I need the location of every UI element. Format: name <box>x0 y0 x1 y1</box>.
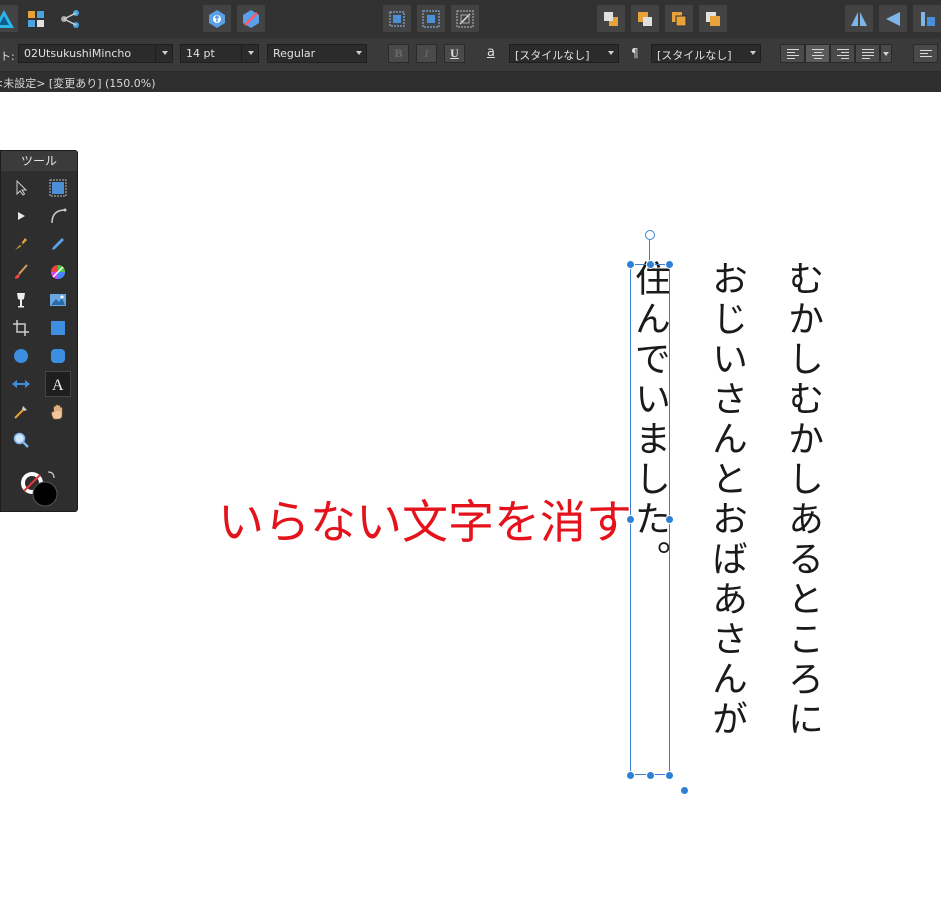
text-overflow-handle[interactable] <box>680 786 689 795</box>
paragraph-panel-button[interactable] <box>913 44 938 63</box>
resize-handle-bottom-right[interactable] <box>665 771 674 780</box>
affinity-logo-icon[interactable] <box>0 5 18 32</box>
arrange-forward-icon[interactable] <box>665 5 693 32</box>
resize-handle-left[interactable] <box>626 515 635 524</box>
svg-text:A: A <box>52 377 64 393</box>
align-left-button[interactable] <box>780 44 805 63</box>
arrange-back-icon[interactable] <box>597 5 625 32</box>
chevron-down-icon <box>162 51 168 55</box>
corner-tool-icon[interactable] <box>45 203 71 229</box>
arrange-backward-icon[interactable] <box>631 5 659 32</box>
char-style-value: [スタイルなし] <box>515 49 590 62</box>
flip-horizontal-icon[interactable] <box>845 5 873 32</box>
red-annotation-text: いらない文字を消す <box>218 495 632 549</box>
transparency-tool-icon[interactable] <box>8 371 34 397</box>
paragraph-style-icon: ¶ <box>631 46 639 60</box>
chevron-down-icon <box>883 51 889 56</box>
brush-tool-icon[interactable] <box>8 259 34 285</box>
paragraph-style-value: [スタイルなし] <box>657 49 732 62</box>
crop-tool-icon[interactable] <box>8 315 34 341</box>
underline-button[interactable]: U <box>444 44 465 63</box>
char-style-icon: a <box>487 45 495 60</box>
artistic-text-tool-icon[interactable]: A <box>45 371 71 397</box>
color-swatches[interactable] <box>17 469 63 509</box>
align-right-button[interactable] <box>830 44 855 63</box>
persona-export-icon[interactable] <box>56 5 84 32</box>
zoom-tool-icon[interactable] <box>8 427 34 453</box>
document-status-text: <未設定> [変更あり] (150.0%) <box>0 77 156 90</box>
align-frame-1-icon[interactable] <box>383 5 411 32</box>
hand-tool-icon[interactable] <box>45 399 71 425</box>
font-family-value: 02UtsukushiMincho <box>24 47 132 60</box>
flip-vertical-icon[interactable] <box>879 5 907 32</box>
rectangle-tool-icon[interactable] <box>45 315 71 341</box>
eyedropper-tool-icon[interactable] <box>8 399 34 425</box>
chevron-down-icon <box>750 51 756 55</box>
tools-panel: ツール A <box>0 150 78 512</box>
font-style-value: Regular <box>273 47 316 60</box>
char-style-dropdown[interactable]: [スタイルなし] <box>509 44 619 63</box>
move-tool-icon[interactable] <box>8 175 34 201</box>
text-context-bar: ト: 02UtsukushiMincho 14 pt Regular B I U… <box>0 38 941 72</box>
chevron-down-icon <box>356 51 362 55</box>
alignment-group <box>780 44 892 63</box>
arrange-front-icon[interactable] <box>699 5 727 32</box>
align-center-button[interactable] <box>805 44 830 63</box>
rotate-icon[interactable] <box>913 5 941 32</box>
resize-handle-bottom-left[interactable] <box>626 771 635 780</box>
font-style-dropdown[interactable]: Regular <box>267 44 367 63</box>
align-frame-2-icon[interactable] <box>417 5 445 32</box>
rotation-handle[interactable] <box>645 230 655 240</box>
boolean-add-icon[interactable] <box>203 5 231 32</box>
place-image-tool-icon[interactable] <box>45 287 71 313</box>
resize-handle-top-right[interactable] <box>665 260 674 269</box>
pencil-tool-icon[interactable] <box>45 231 71 257</box>
chevron-down-icon <box>608 51 614 55</box>
italic-button[interactable]: I <box>416 44 437 63</box>
persona-pixel-icon[interactable] <box>22 5 50 32</box>
resize-handle-top[interactable] <box>646 260 655 269</box>
color-picker-wheel-icon[interactable] <box>45 259 71 285</box>
text-column-2: おじいさんとおばあさんが <box>706 260 747 740</box>
chevron-down-icon <box>248 51 254 55</box>
artboard-tool-icon[interactable] <box>45 175 71 201</box>
text-selection-frame[interactable] <box>630 264 670 775</box>
resize-handle-top-left[interactable] <box>626 260 635 269</box>
align-frame-3-icon[interactable] <box>451 5 479 32</box>
rounded-rectangle-tool-icon[interactable] <box>45 343 71 369</box>
font-family-dropdown[interactable]: 02UtsukushiMincho <box>18 44 173 63</box>
pen-tool-icon[interactable] <box>8 231 34 257</box>
resize-handle-bottom[interactable] <box>646 771 655 780</box>
resize-handle-right[interactable] <box>665 515 674 524</box>
node-tool-icon[interactable] <box>8 203 34 229</box>
bold-button[interactable]: B <box>388 44 409 63</box>
tools-panel-title: ツール <box>1 151 77 171</box>
fill-tool-icon[interactable] <box>8 287 34 313</box>
ellipse-tool-icon[interactable] <box>8 343 34 369</box>
main-toolbar <box>0 0 941 39</box>
justify-dropdown[interactable] <box>880 44 892 63</box>
boolean-subtract-icon[interactable] <box>237 5 265 32</box>
paragraph-panel-group <box>913 44 938 63</box>
font-size-dropdown[interactable]: 14 pt <box>180 44 259 63</box>
font-label: ト: <box>0 50 15 63</box>
document-status-bar: <未設定> [変更あり] (150.0%) <box>0 72 941 92</box>
paragraph-style-dropdown[interactable]: [スタイルなし] <box>651 44 761 63</box>
text-column-1: むかしむかしあるところに <box>782 260 823 740</box>
justify-button[interactable] <box>855 44 880 63</box>
font-size-value: 14 pt <box>186 47 215 60</box>
